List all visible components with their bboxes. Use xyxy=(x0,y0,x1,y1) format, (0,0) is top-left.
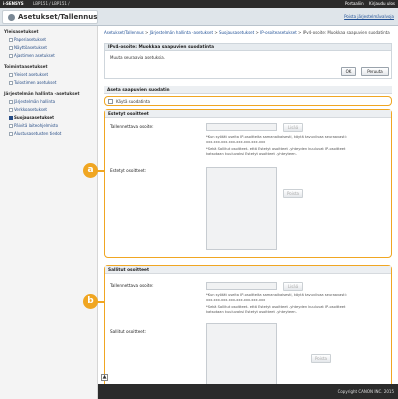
callout-a-line xyxy=(97,170,105,172)
denied-addresses-section: Estetyt osoitteet Tallennettava osoite: … xyxy=(104,109,392,258)
settings-gear-icon xyxy=(8,14,15,21)
breadcrumb: Asetukset/Tallennus > Järjestelmän halli… xyxy=(104,30,390,35)
use-filter-checkbox[interactable] xyxy=(108,98,113,104)
breadcrumb-item[interactable]: IP-osoiteasetukset xyxy=(260,30,297,35)
allowed-hint-2: *Sekä Sallitut osoitteet- että Estetyt o… xyxy=(206,305,346,314)
ok-button[interactable]: OK xyxy=(341,67,356,76)
denied-section-title: Estetyt osoitteet xyxy=(105,110,391,118)
breadcrumb-item[interactable]: Suojausasetukset xyxy=(219,30,254,35)
model-name: LBP151 / LBP151 / xyxy=(33,1,70,6)
settings-title-box: Asetukset/Tallennus xyxy=(2,10,98,24)
sidebar-group-function: Toimintaasetukset xyxy=(4,64,48,69)
use-filter-label: Käytä suodatinta xyxy=(116,98,150,104)
sidebar-item-common[interactable]: Yleiset asetukset xyxy=(8,72,48,77)
header: Asetukset/Tallennus Poista järjestelmäva… xyxy=(0,8,398,26)
portal-link[interactable]: Portaaliin xyxy=(345,1,364,6)
denied-addresses-list[interactable] xyxy=(206,167,277,250)
allowed-address-label: Tallennettava osoite: xyxy=(110,283,154,288)
edit-panel: IPv4-osoite: Muokkaa saapuvien suodatint… xyxy=(104,43,392,79)
edit-panel-title: IPv4-osoite: Muokkaa saapuvien suodatint… xyxy=(105,44,391,51)
sidebar-item-timer[interactable]: Ajastimen asetukset xyxy=(9,53,55,58)
instruction-text: Muuta seuraavia asetuksia. xyxy=(110,55,165,60)
denied-hint-2: *Sekä Sallitut osoitteet- että Estetyt o… xyxy=(206,147,346,156)
page-title: Asetukset/Tallennus xyxy=(18,13,98,21)
callout-a-icon: a xyxy=(83,163,98,178)
back-to-top-icon[interactable]: ▲ xyxy=(101,374,108,381)
sidebar-item-paper[interactable]: Paperiasetukset xyxy=(9,37,46,42)
denied-list-label: Estetyt osoitteet: xyxy=(110,168,147,173)
sidebar-item-system-management[interactable]: Järjestelmän hallinta xyxy=(8,99,55,104)
denied-address-input[interactable] xyxy=(206,123,277,131)
allowed-add-button[interactable]: Lisää xyxy=(283,281,303,291)
breadcrumb-item[interactable]: Järjestelmän hallinta -asetukset xyxy=(150,30,213,35)
denied-address-label: Tallennettava osoite: xyxy=(110,124,154,129)
top-bar: i-SENSYS LBP151 / LBP151 / Portaaliin Ki… xyxy=(0,0,398,8)
filter-section-title: Aseta saapuvien suodatin xyxy=(104,86,392,94)
sidebar-item-printer[interactable]: Tulostimen asetukset xyxy=(8,80,56,85)
allowed-addresses-section: Sallitut osoitteet Tallennettava osoite:… xyxy=(104,265,392,394)
allowed-delete-button[interactable]: Poista xyxy=(311,354,331,363)
allowed-hint-1: *Kun syötät useita IP-osoitteita samanai… xyxy=(206,293,347,302)
logout-link[interactable]: Kirjaudu ulos xyxy=(369,1,395,6)
logout-admin-link[interactable]: Poista järjestelmävalvoja xyxy=(344,14,394,19)
sidebar-group-management: Järjestelmän hallinta -asetukset xyxy=(4,91,80,96)
sidebar-item-network[interactable]: Verkkoasetukset xyxy=(9,107,47,112)
footer: Copyright CANON INC. 2015 xyxy=(98,384,398,399)
callout-b-line xyxy=(97,301,105,303)
denied-hint-1: *Kun syötät useita IP-osoitteita samanai… xyxy=(206,135,347,144)
allowed-address-input[interactable] xyxy=(206,282,277,290)
allowed-addresses-list[interactable] xyxy=(206,323,277,389)
copyright-text: Copyright CANON INC. 2015 xyxy=(337,389,394,394)
allowed-list-label: Sallitut osoitteet: xyxy=(110,329,146,334)
callout-b-icon: b xyxy=(83,294,98,309)
sidebar-item-init[interactable]: Alustusasetusten tiedot xyxy=(8,131,61,136)
sidebar-item-security[interactable]: Suojausasetukset xyxy=(9,115,54,120)
breadcrumb-item[interactable]: Asetukset/Tallennus xyxy=(104,30,144,35)
sidebar-item-display[interactable]: Näyttöasetukset xyxy=(9,45,47,50)
denied-add-button[interactable]: Lisää xyxy=(283,122,303,132)
filter-section: Aseta saapuvien suodatin Käytä suodatint… xyxy=(104,86,392,106)
sidebar: Yleisasetukset Paperiasetukset Näyttöase… xyxy=(0,26,98,399)
use-filter-row: Käytä suodatinta xyxy=(104,96,392,106)
sidebar-item-firmware[interactable]: Päivitä laiteohjelmisto xyxy=(8,123,58,128)
denied-delete-button[interactable]: Poista xyxy=(283,189,303,198)
breadcrumb-current: IPv4-osoite: Muokkaa saapuvien suodatint… xyxy=(302,30,390,35)
cancel-button[interactable]: Peruuta xyxy=(361,67,389,76)
allowed-section-title: Sallitut osoitteet xyxy=(105,266,391,274)
brand-logo: i-SENSYS xyxy=(3,1,24,6)
sidebar-group-general: Yleisasetukset xyxy=(4,29,39,34)
